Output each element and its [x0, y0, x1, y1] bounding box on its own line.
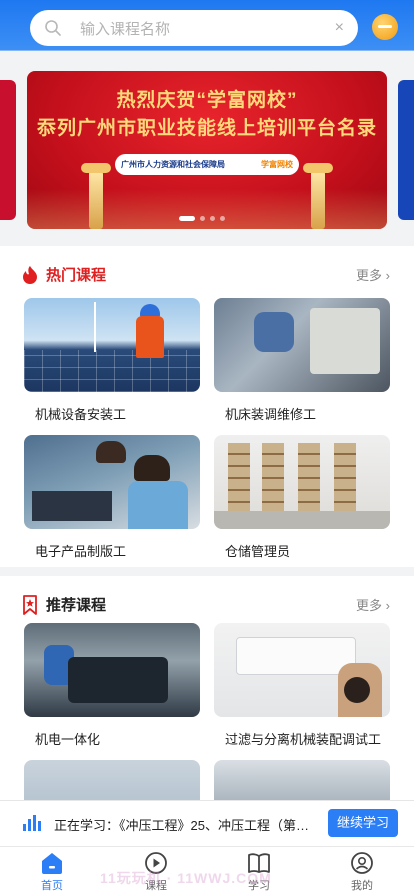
- course-name[interactable]: 机床装调维修工: [214, 404, 390, 423]
- course-thumbnail[interactable]: [214, 760, 390, 800]
- course-thumbnail[interactable]: [24, 623, 200, 717]
- banner-line2: 忝列广州市职业技能线上培训平台名录: [36, 118, 377, 139]
- banner-next-slide[interactable]: [398, 80, 414, 220]
- current-course-text: 正在学习：《冲压工程》25、冲压工程（第二章）: [54, 818, 316, 833]
- continue-learning-button[interactable]: 继续学习: [328, 809, 398, 837]
- course-thumbnail[interactable]: [24, 435, 200, 529]
- ribbon-icon: [23, 594, 37, 615]
- more-label: 更多: [356, 268, 383, 283]
- hot-more-link[interactable]: 更多 ›: [356, 265, 390, 284]
- banner-prev-slide[interactable]: [0, 80, 16, 220]
- course-card[interactable]: 机械设备安装工: [24, 298, 200, 423]
- banner-org-pill: 广州市人力资源和社会保障局 学富网校: [115, 154, 299, 175]
- pagination-dot[interactable]: [220, 216, 225, 221]
- hot-courses-section: 热门课程 更多 › 机械设备安装工 机床装调维修工 电子产品制版工 仓储管理员: [0, 246, 414, 567]
- tab-profile[interactable]: 我的: [332, 851, 392, 893]
- hot-courses-header: 热门课程: [22, 264, 106, 285]
- message-icon[interactable]: [372, 14, 398, 40]
- course-card[interactable]: 电子产品制版工: [24, 435, 200, 560]
- course-thumbnail[interactable]: [24, 760, 200, 800]
- course-card[interactable]: 仓储管理员: [214, 435, 390, 560]
- tab-home[interactable]: 首页: [22, 851, 82, 893]
- course-name[interactable]: 机械设备安装工: [24, 404, 200, 423]
- search-input[interactable]: 输入课程名称: [80, 18, 335, 39]
- banner-line1: 热烈庆贺“学富网校”: [116, 90, 298, 111]
- pagination-dot[interactable]: [200, 216, 205, 221]
- pillar-left-decoration: [81, 163, 111, 229]
- banner-brand: 学富网校: [261, 160, 293, 169]
- search-bar[interactable]: 输入课程名称 ×: [30, 10, 358, 46]
- tab-label: 首页: [41, 880, 63, 892]
- user-icon: [351, 852, 373, 874]
- course-card[interactable]: 机床装调维修工: [214, 298, 390, 423]
- more-label: 更多: [356, 598, 383, 613]
- flame-icon: [23, 265, 37, 284]
- course-name[interactable]: 电子产品制版工: [24, 541, 200, 560]
- continue-learning-bar[interactable]: 正在学习：《冲压工程》25、冲压工程（第二章） 继续学习: [0, 800, 414, 846]
- recommended-title: 推荐课程: [46, 597, 107, 614]
- course-card[interactable]: 过滤与分离机械装配调试工: [214, 623, 390, 748]
- chevron-right-icon: ›: [385, 268, 390, 283]
- pagination-dot[interactable]: [179, 216, 195, 221]
- promo-banner[interactable]: 热烈庆贺“学富网校” 忝列广州市职业技能线上培训平台名录 广州市人力资源和社会保…: [27, 71, 387, 229]
- course-name[interactable]: 机电一体化: [24, 729, 200, 748]
- course-card[interactable]: [24, 760, 200, 800]
- recommended-section: 推荐课程 更多 › 机电一体化 过滤与分离机械装配调试工: [0, 576, 414, 800]
- tab-label: 我的: [351, 880, 373, 892]
- course-card[interactable]: 机电一体化: [24, 623, 200, 748]
- banner-pagination: [179, 216, 225, 221]
- progress-bars-icon: [23, 815, 41, 831]
- course-name[interactable]: 仓储管理员: [214, 541, 390, 560]
- course-thumbnail[interactable]: [214, 435, 390, 529]
- course-thumbnail[interactable]: [214, 298, 390, 392]
- course-thumbnail[interactable]: [214, 623, 390, 717]
- chevron-right-icon: ›: [385, 598, 390, 613]
- home-icon: [42, 853, 62, 874]
- pagination-dot[interactable]: [210, 216, 215, 221]
- search-icon: [45, 20, 61, 36]
- recommended-header: 推荐课程: [22, 594, 106, 615]
- recommended-more-link[interactable]: 更多 ›: [356, 595, 390, 614]
- hot-courses-title: 热门课程: [46, 267, 107, 284]
- course-thumbnail[interactable]: [24, 298, 200, 392]
- course-card[interactable]: [214, 760, 390, 800]
- pillar-right-decoration: [303, 163, 333, 229]
- course-name[interactable]: 过滤与分离机械装配调试工: [214, 729, 390, 748]
- clear-icon[interactable]: ×: [335, 19, 344, 37]
- banner-decoration: [27, 189, 387, 229]
- banner-org: 广州市人力资源和社会保障局: [121, 160, 225, 169]
- watermark: 11玩玩机 · 11WWJ.COM: [100, 870, 272, 886]
